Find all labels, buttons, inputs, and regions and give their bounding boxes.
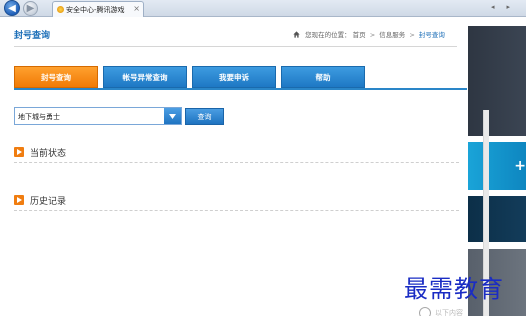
breadcrumb-prefix: 您现在的位置： [305, 31, 351, 39]
breadcrumb-home[interactable]: 首页 [353, 31, 366, 39]
close-icon[interactable]: × [133, 4, 140, 13]
breadcrumb-info-service[interactable]: 信息服务 [379, 31, 405, 39]
bottom-badge: 以下内容 [413, 305, 475, 316]
back-arrow-icon[interactable]: ◀ [4, 0, 20, 16]
browser-tab[interactable]: 安全中心-腾讯游戏 × [52, 1, 144, 17]
favicon-icon [57, 6, 64, 13]
side-banner-cyan[interactable]: + [468, 142, 526, 190]
forward-arrow-icon[interactable]: ▶ [23, 1, 38, 16]
breadcrumb-current: 封号查询 [418, 31, 445, 39]
watermark: 最需教育 [404, 275, 504, 303]
play-arrow-icon [14, 195, 24, 205]
tab-account-abnormal-query[interactable]: 帐号异常查询 [103, 66, 187, 88]
breadcrumb: 您现在的位置： 首页 > 信息服务 > 封号查询 [293, 29, 445, 39]
browser-toolbar: ◀ ▶ 安全中心-腾讯游戏 × ◂▸ [0, 0, 526, 17]
tab-title: 安全中心-腾讯游戏 [66, 6, 125, 14]
bottom-badge-text: 以下内容 [435, 309, 463, 316]
page-title: 封号查询 [14, 31, 51, 41]
header-divider [14, 46, 457, 47]
chevron-down-icon[interactable] [164, 108, 181, 124]
plus-icon: + [514, 158, 526, 174]
circle-icon [419, 307, 431, 316]
game-select-value: 地下城与勇士 [18, 113, 60, 121]
section-divider [14, 162, 459, 163]
side-banner-navy[interactable] [468, 196, 526, 242]
nav-underline [14, 88, 467, 90]
play-arrow-icon [14, 147, 24, 157]
nav-tabs: 封号查询 帐号异常查询 我要申诉 帮助 [14, 66, 467, 88]
section-divider [14, 210, 459, 211]
breadcrumb-sep: > [369, 31, 376, 39]
section-label: 当前状态 [30, 149, 67, 159]
tab-scroll-arrows-icon[interactable]: ◂▸ [491, 3, 522, 11]
home-icon [293, 31, 300, 38]
section-label: 历史记录 [30, 197, 67, 207]
query-button[interactable]: 查询 [185, 108, 224, 125]
tab-help[interactable]: 帮助 [281, 66, 365, 88]
tab-ban-query[interactable]: 封号查询 [14, 66, 98, 88]
game-select[interactable]: 地下城与勇士 [14, 107, 182, 125]
side-banner-dark[interactable] [468, 26, 526, 136]
breadcrumb-sep: > [409, 31, 415, 39]
tab-appeal[interactable]: 我要申诉 [192, 66, 276, 88]
